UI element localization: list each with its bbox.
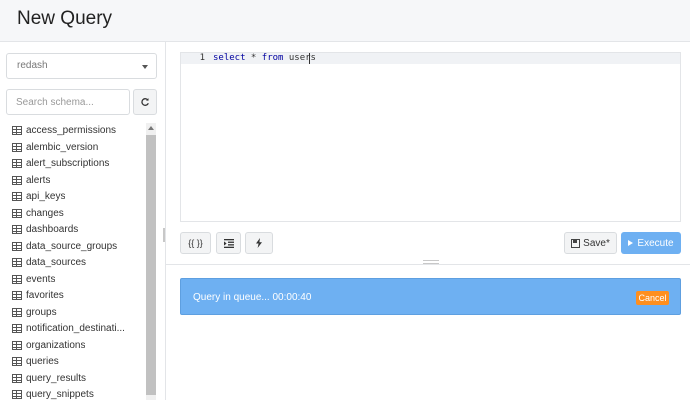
- schema-table-item[interactable]: favorites: [12, 287, 64, 303]
- execute-button[interactable]: Execute: [621, 232, 681, 254]
- schema-table-item[interactable]: events: [12, 271, 55, 287]
- table-icon: [12, 307, 22, 317]
- table-icon: [12, 125, 22, 135]
- line-number: 1: [199, 53, 205, 63]
- table-icon: [12, 208, 22, 218]
- schema-table-item[interactable]: changes: [12, 205, 64, 221]
- editor-resize-handle[interactable]: [423, 260, 439, 264]
- schema-search-input[interactable]: [6, 89, 130, 115]
- autocomplete-toggle-button[interactable]: [245, 232, 273, 254]
- schema-sidebar: redash access_permissions alembic_versio…: [0, 42, 166, 400]
- indent-icon: [223, 238, 234, 248]
- page-title: New Query: [17, 8, 113, 29]
- table-icon: [12, 323, 22, 333]
- query-editor[interactable]: 1 select * from users: [180, 52, 681, 222]
- schema-table-item[interactable]: data_sources: [12, 254, 86, 270]
- execute-label: Execute: [637, 237, 674, 249]
- table-icon: [12, 389, 22, 399]
- schema-table-item[interactable]: notification_destinati...: [12, 320, 125, 336]
- table-icon: [12, 257, 22, 267]
- code-text: *: [245, 53, 262, 63]
- code-text: users: [283, 53, 316, 63]
- schema-table-item[interactable]: query_snippets: [12, 386, 94, 400]
- cancel-button[interactable]: Cancel: [636, 291, 669, 305]
- table-icon: [12, 191, 22, 201]
- code-keyword: from: [261, 53, 284, 63]
- refresh-icon: [141, 98, 149, 106]
- save-label: Save*: [583, 237, 610, 249]
- schema-table-item[interactable]: queries: [12, 353, 59, 369]
- chevron-down-icon: [142, 65, 148, 69]
- sidebar-resize-handle[interactable]: [163, 228, 165, 242]
- table-icon: [12, 274, 22, 284]
- editor-results-divider: [166, 264, 690, 265]
- bolt-icon: [256, 238, 262, 248]
- parameter-label: {{ }}: [188, 238, 203, 248]
- query-code[interactable]: select * from users: [213, 53, 316, 64]
- floppy-disk-icon: [571, 238, 581, 248]
- table-icon: [12, 340, 22, 350]
- table-icon: [12, 142, 22, 152]
- data-source-select[interactable]: redash: [6, 53, 157, 79]
- schema-table-item[interactable]: organizations: [12, 337, 85, 353]
- add-parameter-button[interactable]: {{ }}: [180, 232, 211, 254]
- save-button[interactable]: Save*: [564, 232, 617, 254]
- schema-table-item[interactable]: alerts: [12, 172, 50, 188]
- data-source-value: redash: [17, 60, 48, 71]
- refresh-schema-button[interactable]: [133, 89, 157, 115]
- schema-table-item[interactable]: data_source_groups: [12, 238, 117, 254]
- scroll-up-arrow-icon[interactable]: [148, 126, 154, 130]
- page-header: New Query: [0, 0, 690, 42]
- code-keyword: select: [213, 53, 246, 63]
- schema-table-item[interactable]: alert_subscriptions: [12, 155, 109, 171]
- table-icon: [12, 290, 22, 300]
- text-cursor: [309, 53, 310, 64]
- query-status-message: Query in queue... 00:00:40: [193, 292, 312, 303]
- table-icon: [12, 158, 22, 168]
- table-icon: [12, 175, 22, 185]
- schema-table-item[interactable]: query_results: [12, 370, 86, 386]
- schema-table-list: access_permissions alembic_version alert…: [6, 122, 146, 400]
- table-icon: [12, 224, 22, 234]
- schema-scrollbar-thumb[interactable]: [146, 135, 156, 395]
- table-icon: [12, 356, 22, 366]
- schema-table-item[interactable]: alembic_version: [12, 139, 98, 155]
- schema-table-item[interactable]: dashboards: [12, 221, 78, 237]
- schema-table-item[interactable]: api_keys: [12, 188, 65, 204]
- table-icon: [12, 241, 22, 251]
- schema-table-item[interactable]: access_permissions: [12, 122, 116, 138]
- play-icon: [628, 240, 634, 246]
- format-query-button[interactable]: [216, 232, 241, 254]
- schema-table-item[interactable]: groups: [12, 304, 57, 320]
- query-status-alert: Query in queue... 00:00:40 Cancel: [180, 278, 681, 315]
- table-icon: [12, 373, 22, 383]
